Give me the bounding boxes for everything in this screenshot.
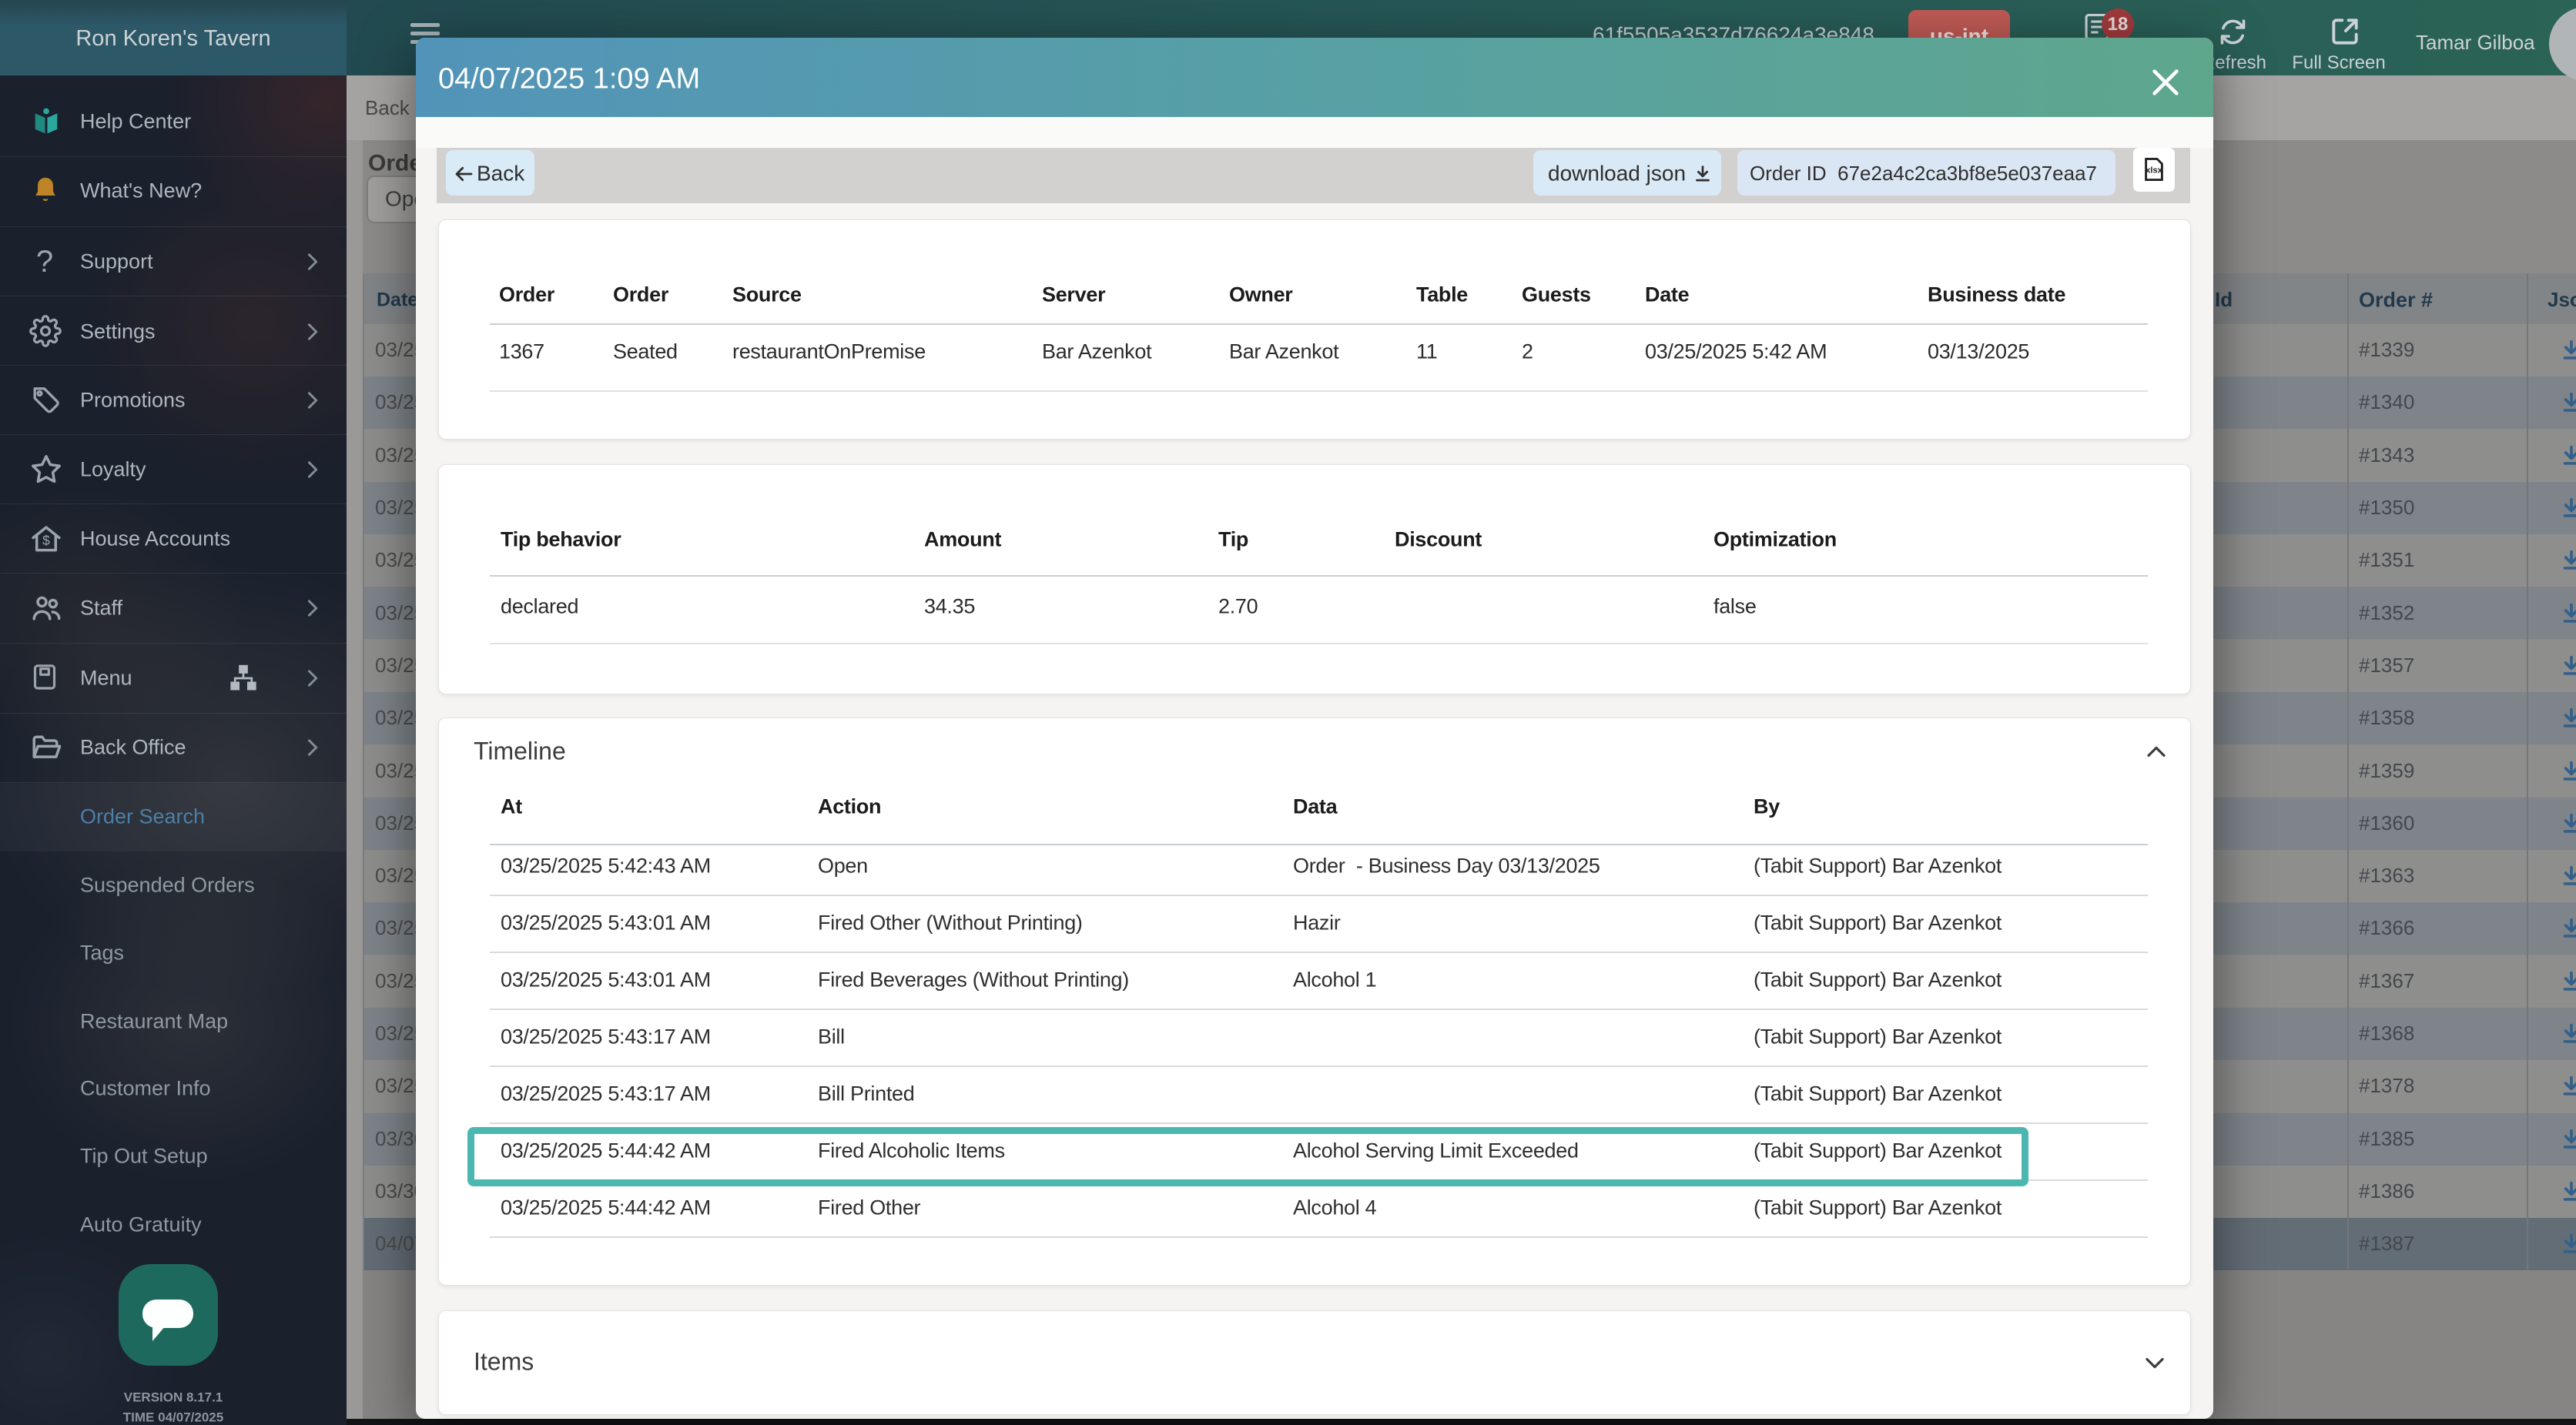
svg-text:xlsx: xlsx — [2146, 166, 2163, 176]
svg-text:$: $ — [42, 533, 50, 548]
